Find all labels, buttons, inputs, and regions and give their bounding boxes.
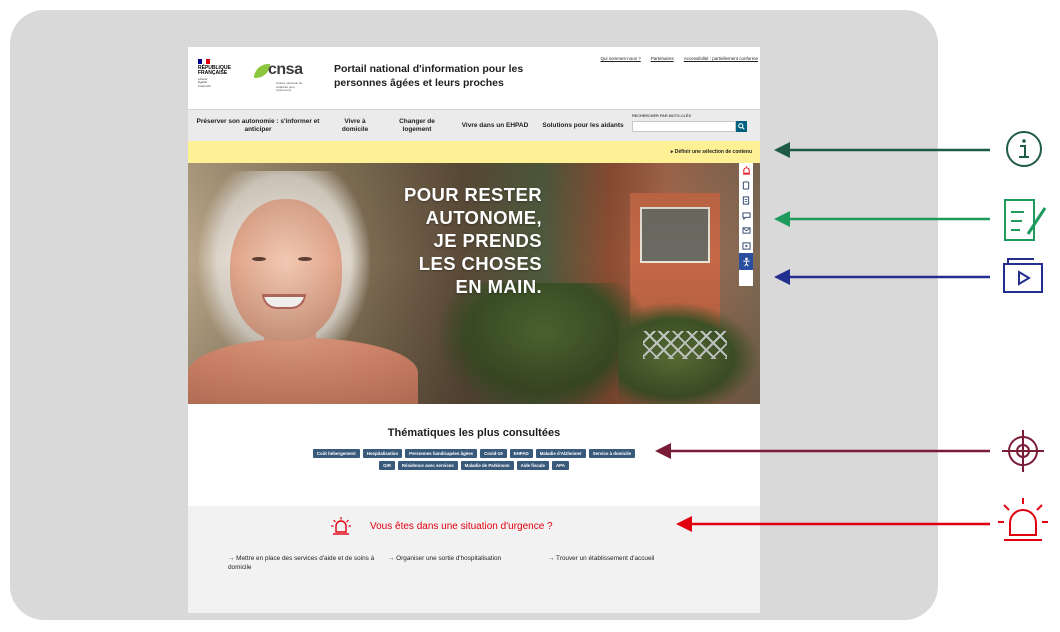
arrow-target (655, 443, 990, 459)
target-icon (1002, 430, 1044, 472)
siren-icon (998, 498, 1048, 541)
arrow-info (774, 142, 990, 158)
video-player-icon (1003, 258, 1043, 293)
info-icon (1006, 131, 1042, 167)
arrow-video (774, 269, 990, 285)
form-edit-icon (1004, 199, 1047, 241)
arrow-siren (676, 516, 990, 532)
illustration: RÉPUBLIQUE FRANÇAISE Liberté Égalité Fra… (0, 0, 1060, 632)
annotation-layer (655, 131, 1048, 541)
arrow-form (774, 211, 990, 227)
